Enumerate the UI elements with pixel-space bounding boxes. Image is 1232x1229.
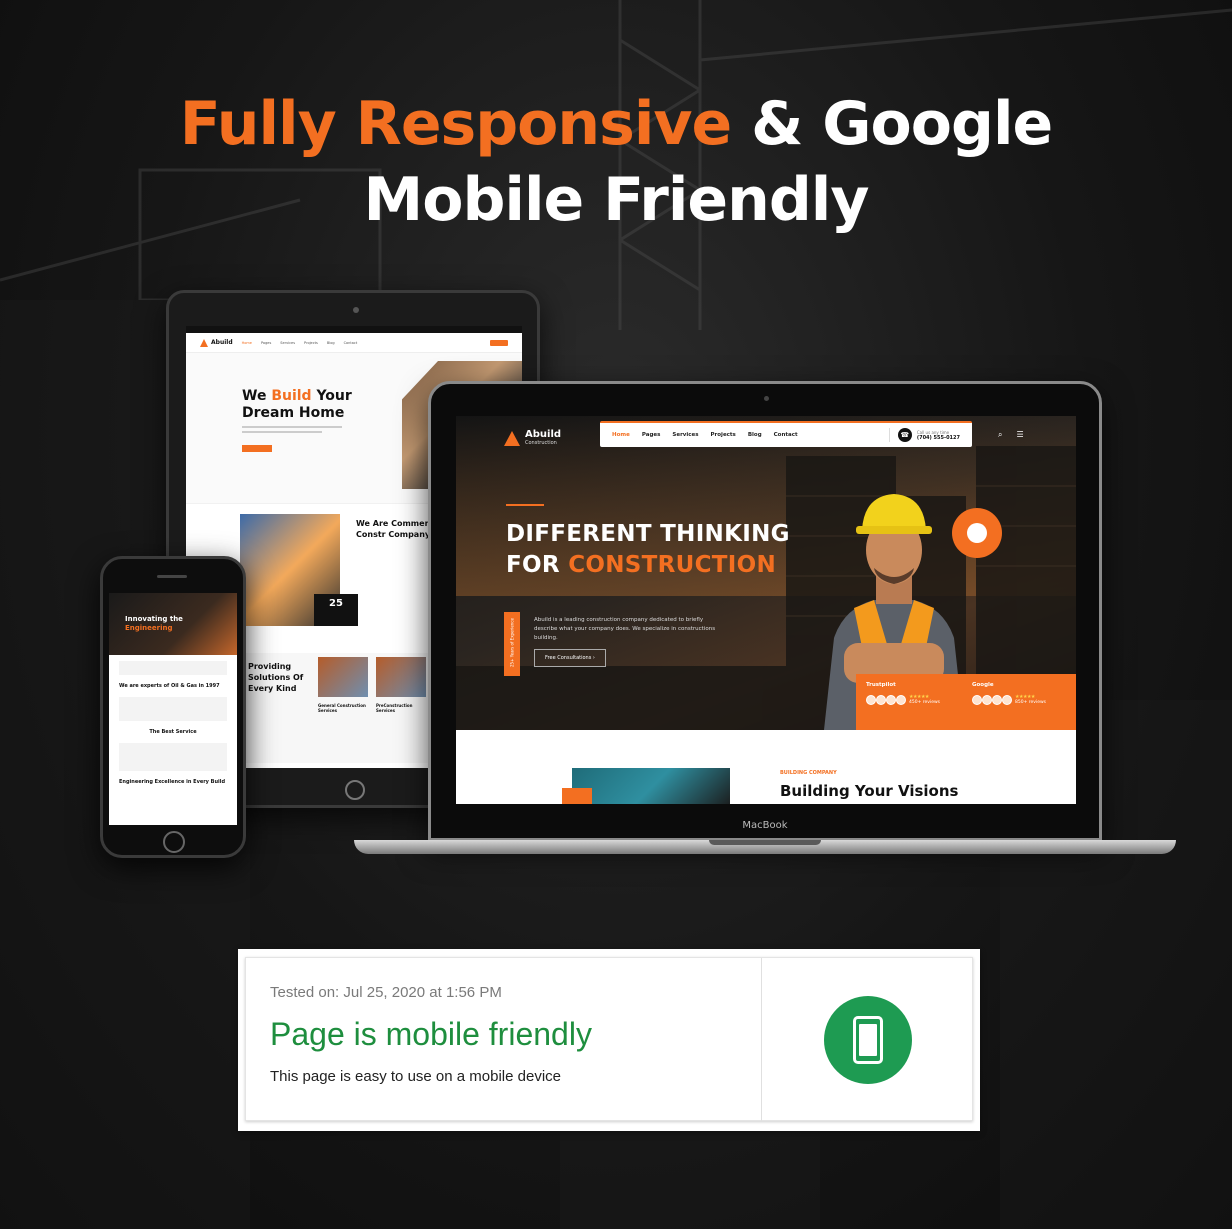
review-google: Google ★★★★★ 850+ reviews	[972, 682, 1066, 722]
laptop-about-accent	[562, 788, 592, 804]
tablet-logo[interactable]: Abuild	[200, 338, 233, 347]
tablet-nav-contact[interactable]: Contact	[344, 341, 358, 345]
smartphone-icon	[824, 996, 912, 1084]
tablet-topbar	[186, 326, 522, 333]
tablet-nav-button[interactable]	[490, 339, 508, 346]
phone-screen: Innovating the Engineering We are experts…	[109, 593, 237, 825]
review-count: 850+ reviews	[1015, 700, 1047, 705]
phone-device: Innovating the Engineering We are experts…	[100, 556, 246, 858]
laptop-brand-label: MacBook	[742, 820, 788, 831]
phone-hero-title: Innovating the Engineering	[125, 615, 183, 632]
laptop-nav-blog[interactable]: Blog	[748, 432, 762, 438]
laptop-nav-contact[interactable]: Contact	[774, 432, 798, 438]
tested-date: Tested on: Jul 25, 2020 at 1:56 PM	[270, 984, 502, 1001]
phone-section-title: Engineering Excellence in Every Build	[119, 779, 226, 785]
laptop-hero: Abuild Construction Home Pages Services …	[456, 416, 1076, 730]
phone-section-title: The Best Service	[149, 729, 197, 735]
review-source: Google	[972, 682, 994, 688]
tablet-nav-home[interactable]: Home	[242, 341, 252, 345]
tablet-service-card[interactable]	[376, 657, 426, 697]
laptop-base	[354, 840, 1176, 854]
logo-icon	[200, 338, 208, 347]
phone-content-block	[119, 743, 227, 771]
review-count: 450+ reviews	[909, 700, 941, 705]
laptop-call-box[interactable]: ☎ Call us any time (704) 555-0127	[888, 428, 960, 442]
laptop-hero-title-line1: DIFFERENT THINKING	[506, 521, 790, 547]
laptop-navbar: Home Pages Services Projects Blog Contac…	[600, 421, 972, 447]
tablet-nav-services[interactable]: Services	[280, 341, 295, 345]
laptop-about-photo	[572, 768, 730, 804]
laptop-nav-services[interactable]: Services	[672, 432, 698, 438]
laptop-hero-title-line2: FOR CONSTRUCTION	[506, 552, 777, 578]
laptop-logo-sub: Construction	[525, 440, 557, 446]
headline-white-text: & Google	[731, 89, 1053, 159]
free-consultation-button[interactable]: Free Consultations ›	[534, 649, 606, 667]
review-source: Trustpilot	[866, 682, 896, 688]
laptop-hero-title: DIFFERENT THINKING FOR CONSTRUCTION	[506, 519, 790, 581]
mobile-friendly-result-card: Tested on: Jul 25, 2020 at 1:56 PM Page …	[238, 949, 980, 1131]
phone-home-button[interactable]	[163, 831, 185, 853]
tablet-logo-text: Abuild	[211, 339, 233, 346]
phone-section-title: We are experts of Oil & Gas in 1997	[119, 683, 220, 689]
construction-stamp-badge	[952, 508, 1002, 558]
laptop-logo[interactable]: Abuild Construction	[504, 430, 561, 446]
tablet-service-card-label: PreConstruction Services	[376, 703, 413, 713]
tablet-home-button[interactable]	[345, 780, 365, 800]
laptop-hero-description: Abuild is a leading construction company…	[534, 617, 716, 641]
tablet-hero-text-lines	[242, 426, 342, 433]
headline-line-1: Fully Responsive & Google	[0, 86, 1232, 162]
laptop-about-tag: BUILDING COMPANY	[780, 770, 837, 776]
mobile-friendly-panel: Tested on: Jul 25, 2020 at 1:56 PM Page …	[245, 957, 973, 1122]
tablet-nav-pages[interactable]: Pages	[261, 341, 271, 345]
mobile-friendly-description: This page is easy to use on a mobile dev…	[270, 1068, 561, 1085]
tablet-service-card[interactable]	[318, 657, 368, 697]
laptop-hero-decoration	[506, 504, 544, 506]
laptop-device: Abuild Construction Home Pages Services …	[428, 381, 1102, 841]
tablet-hero-title: We Build Your Dream Home	[242, 388, 352, 421]
tablet-navbar: Abuild Home Pages Services Projects Blog…	[186, 333, 522, 353]
laptop-header-icons: ⌕ ☰	[998, 430, 1024, 440]
laptop-reviews-box: Trustpilot ★★★★★ 450+ reviews Google ★★★★…	[856, 674, 1076, 730]
laptop-logo-name: Abuild	[525, 429, 562, 440]
card-divider	[761, 958, 762, 1122]
logo-icon	[504, 430, 520, 446]
headline: Fully Responsive & Google Mobile Friendl…	[0, 86, 1232, 238]
phone-hero: Innovating the Engineering	[109, 593, 237, 655]
laptop-screen: Abuild Construction Home Pages Services …	[456, 416, 1076, 804]
review-trustpilot: Trustpilot ★★★★★ 450+ reviews	[866, 682, 960, 722]
tablet-camera	[353, 307, 359, 313]
tablet-nav-projects[interactable]: Projects	[304, 341, 318, 345]
laptop-nav-projects[interactable]: Projects	[711, 432, 736, 438]
tablet-hero-button[interactable]	[242, 445, 272, 452]
laptop-nav-pages[interactable]: Pages	[642, 432, 661, 438]
laptop-experience-tag: 25+ Years of Experience	[504, 612, 520, 676]
menu-icon[interactable]: ☰	[1016, 430, 1023, 440]
laptop-about-section: BUILDING COMPANY Building Your Visions	[456, 730, 1076, 804]
laptop-nav-home[interactable]: Home	[612, 432, 630, 438]
search-icon[interactable]: ⌕	[998, 430, 1002, 440]
tablet-nav-blog[interactable]: Blog	[327, 341, 335, 345]
headline-line-2: Mobile Friendly	[363, 165, 870, 235]
laptop-camera	[764, 396, 769, 401]
phone-content-block	[119, 697, 227, 721]
phone-icon: ☎	[897, 428, 912, 442]
laptop-call-number: (704) 555-0127	[916, 434, 960, 441]
phone-speaker	[157, 575, 187, 578]
tablet-years-badge: 25	[314, 594, 358, 626]
mobile-friendly-title: Page is mobile friendly	[270, 1016, 592, 1052]
headline-orange-text: Fully Responsive	[179, 89, 732, 159]
tablet-service-card-label: General Construction Services	[318, 703, 366, 713]
phone-content-block	[119, 661, 227, 675]
tablet-services-title: Providing Solutions Of Every Kind	[248, 662, 304, 693]
laptop-about-title: Building Your Visions	[780, 782, 959, 800]
